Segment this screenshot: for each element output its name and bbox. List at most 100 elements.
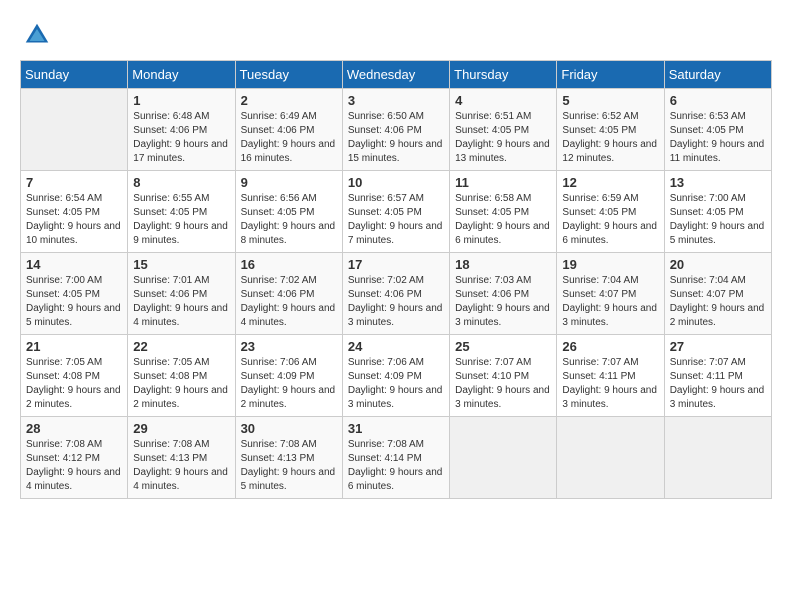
- day-number: 22: [133, 339, 229, 354]
- day-info: Sunrise: 6:52 AMSunset: 4:05 PMDaylight:…: [562, 110, 658, 166]
- day-cell: 15 Sunrise: 7:01 AMSunset: 4:06 PMDayligh…: [128, 253, 235, 335]
- calendar-header: Sunday Monday Tuesday Wednesday Thursday…: [21, 61, 772, 89]
- day-cell: 9 Sunrise: 6:56 AMSunset: 4:05 PMDaylight…: [235, 171, 342, 253]
- day-cell: 4 Sunrise: 6:51 AMSunset: 4:05 PMDaylight…: [450, 89, 557, 171]
- day-number: 23: [241, 339, 337, 354]
- week-row-2: 7 Sunrise: 6:54 AMSunset: 4:05 PMDaylight…: [21, 171, 772, 253]
- day-info: Sunrise: 6:59 AMSunset: 4:05 PMDaylight:…: [562, 192, 658, 248]
- week-row-4: 21 Sunrise: 7:05 AMSunset: 4:08 PMDayligh…: [21, 335, 772, 417]
- header-row: Sunday Monday Tuesday Wednesday Thursday…: [21, 61, 772, 89]
- day-cell: [664, 417, 771, 499]
- day-number: 3: [348, 93, 444, 108]
- day-cell: [557, 417, 664, 499]
- calendar-body: 1 Sunrise: 6:48 AMSunset: 4:06 PMDaylight…: [21, 89, 772, 499]
- day-cell: 17 Sunrise: 7:02 AMSunset: 4:06 PMDayligh…: [342, 253, 449, 335]
- page-header: [20, 20, 772, 50]
- day-cell: 5 Sunrise: 6:52 AMSunset: 4:05 PMDaylight…: [557, 89, 664, 171]
- day-number: 1: [133, 93, 229, 108]
- day-number: 17: [348, 257, 444, 272]
- header-monday: Monday: [128, 61, 235, 89]
- day-cell: 10Sunrise: 6:57 AMSunset: 4:05 PMDayligh…: [342, 171, 449, 253]
- logo-icon: [22, 20, 52, 50]
- day-info: Sunrise: 6:49 AMSunset: 4:06 PMDaylight:…: [241, 110, 337, 166]
- day-number: 19: [562, 257, 658, 272]
- day-cell: 3 Sunrise: 6:50 AMSunset: 4:06 PMDaylight…: [342, 89, 449, 171]
- day-cell: 21 Sunrise: 7:05 AMSunset: 4:08 PMDayligh…: [21, 335, 128, 417]
- day-info: Sunrise: 7:08 AMSunset: 4:12 PMDaylight:…: [26, 438, 122, 494]
- day-number: 5: [562, 93, 658, 108]
- day-number: 14: [26, 257, 122, 272]
- day-cell: 31 Sunrise: 7:08 AMSunset: 4:14 PMDayligh…: [342, 417, 449, 499]
- day-number: 25: [455, 339, 551, 354]
- day-info: Sunrise: 6:58 AMSunset: 4:05 PMDaylight:…: [455, 192, 551, 248]
- day-number: 27: [670, 339, 766, 354]
- day-number: 4: [455, 93, 551, 108]
- day-cell: 30Sunrise: 7:08 AMSunset: 4:13 PMDayligh…: [235, 417, 342, 499]
- logo: [20, 20, 52, 50]
- day-number: 12: [562, 175, 658, 190]
- day-info: Sunrise: 7:06 AMSunset: 4:09 PMDaylight:…: [348, 356, 444, 412]
- day-cell: 20 Sunrise: 7:04 AMSunset: 4:07 PMDayligh…: [664, 253, 771, 335]
- day-info: Sunrise: 6:54 AMSunset: 4:05 PMDaylight:…: [26, 192, 122, 248]
- day-info: Sunrise: 7:02 AMSunset: 4:06 PMDaylight:…: [348, 274, 444, 330]
- day-number: 24: [348, 339, 444, 354]
- day-cell: 18 Sunrise: 7:03 AMSunset: 4:06 PMDayligh…: [450, 253, 557, 335]
- day-info: Sunrise: 7:05 AMSunset: 4:08 PMDaylight:…: [133, 356, 229, 412]
- week-row-1: 1 Sunrise: 6:48 AMSunset: 4:06 PMDaylight…: [21, 89, 772, 171]
- day-info: Sunrise: 7:08 AMSunset: 4:13 PMDaylight:…: [133, 438, 229, 494]
- day-cell: [450, 417, 557, 499]
- day-cell: [21, 89, 128, 171]
- day-cell: 22 Sunrise: 7:05 AMSunset: 4:08 PMDayligh…: [128, 335, 235, 417]
- header-saturday: Saturday: [664, 61, 771, 89]
- day-number: 10: [348, 175, 444, 190]
- day-cell: 8Sunrise: 6:55 AMSunset: 4:05 PMDaylight…: [128, 171, 235, 253]
- day-number: 2: [241, 93, 337, 108]
- day-cell: 23Sunrise: 7:06 AMSunset: 4:09 PMDayligh…: [235, 335, 342, 417]
- day-cell: 1 Sunrise: 6:48 AMSunset: 4:06 PMDaylight…: [128, 89, 235, 171]
- day-number: 31: [348, 421, 444, 436]
- day-info: Sunrise: 6:51 AMSunset: 4:05 PMDaylight:…: [455, 110, 551, 166]
- day-number: 28: [26, 421, 122, 436]
- day-number: 20: [670, 257, 766, 272]
- day-cell: 2 Sunrise: 6:49 AMSunset: 4:06 PMDaylight…: [235, 89, 342, 171]
- header-tuesday: Tuesday: [235, 61, 342, 89]
- day-info: Sunrise: 7:08 AMSunset: 4:14 PMDaylight:…: [348, 438, 444, 494]
- week-row-3: 14 Sunrise: 7:00 AMSunset: 4:05 PMDayligh…: [21, 253, 772, 335]
- day-cell: 29 Sunrise: 7:08 AMSunset: 4:13 PMDayligh…: [128, 417, 235, 499]
- day-info: Sunrise: 7:04 AMSunset: 4:07 PMDaylight:…: [670, 274, 766, 330]
- day-cell: 14 Sunrise: 7:00 AMSunset: 4:05 PMDayligh…: [21, 253, 128, 335]
- day-cell: 27Sunrise: 7:07 AMSunset: 4:11 PMDayligh…: [664, 335, 771, 417]
- day-cell: 26 Sunrise: 7:07 AMSunset: 4:11 PMDayligh…: [557, 335, 664, 417]
- day-info: Sunrise: 7:00 AMSunset: 4:05 PMDaylight:…: [26, 274, 122, 330]
- day-cell: 19 Sunrise: 7:04 AMSunset: 4:07 PMDayligh…: [557, 253, 664, 335]
- day-info: Sunrise: 7:03 AMSunset: 4:06 PMDaylight:…: [455, 274, 551, 330]
- day-number: 26: [562, 339, 658, 354]
- header-sunday: Sunday: [21, 61, 128, 89]
- day-cell: 28 Sunrise: 7:08 AMSunset: 4:12 PMDayligh…: [21, 417, 128, 499]
- day-info: Sunrise: 7:05 AMSunset: 4:08 PMDaylight:…: [26, 356, 122, 412]
- day-number: 8: [133, 175, 229, 190]
- day-cell: 11 Sunrise: 6:58 AMSunset: 4:05 PMDayligh…: [450, 171, 557, 253]
- day-number: 21: [26, 339, 122, 354]
- day-info: Sunrise: 7:07 AMSunset: 4:10 PMDaylight:…: [455, 356, 551, 412]
- calendar-table: Sunday Monday Tuesday Wednesday Thursday…: [20, 60, 772, 499]
- day-info: Sunrise: 7:01 AMSunset: 4:06 PMDaylight:…: [133, 274, 229, 330]
- day-number: 15: [133, 257, 229, 272]
- day-info: Sunrise: 7:04 AMSunset: 4:07 PMDaylight:…: [562, 274, 658, 330]
- day-info: Sunrise: 6:56 AMSunset: 4:05 PMDaylight:…: [241, 192, 337, 248]
- day-number: 13: [670, 175, 766, 190]
- day-info: Sunrise: 6:50 AMSunset: 4:06 PMDaylight:…: [348, 110, 444, 166]
- day-info: Sunrise: 6:48 AMSunset: 4:06 PMDaylight:…: [133, 110, 229, 166]
- header-wednesday: Wednesday: [342, 61, 449, 89]
- week-row-5: 28 Sunrise: 7:08 AMSunset: 4:12 PMDayligh…: [21, 417, 772, 499]
- day-number: 6: [670, 93, 766, 108]
- day-number: 9: [241, 175, 337, 190]
- day-number: 18: [455, 257, 551, 272]
- header-friday: Friday: [557, 61, 664, 89]
- day-info: Sunrise: 7:07 AMSunset: 4:11 PMDaylight:…: [562, 356, 658, 412]
- day-number: 29: [133, 421, 229, 436]
- day-info: Sunrise: 7:00 AMSunset: 4:05 PMDaylight:…: [670, 192, 766, 248]
- day-number: 7: [26, 175, 122, 190]
- day-number: 11: [455, 175, 551, 190]
- day-cell: 7 Sunrise: 6:54 AMSunset: 4:05 PMDaylight…: [21, 171, 128, 253]
